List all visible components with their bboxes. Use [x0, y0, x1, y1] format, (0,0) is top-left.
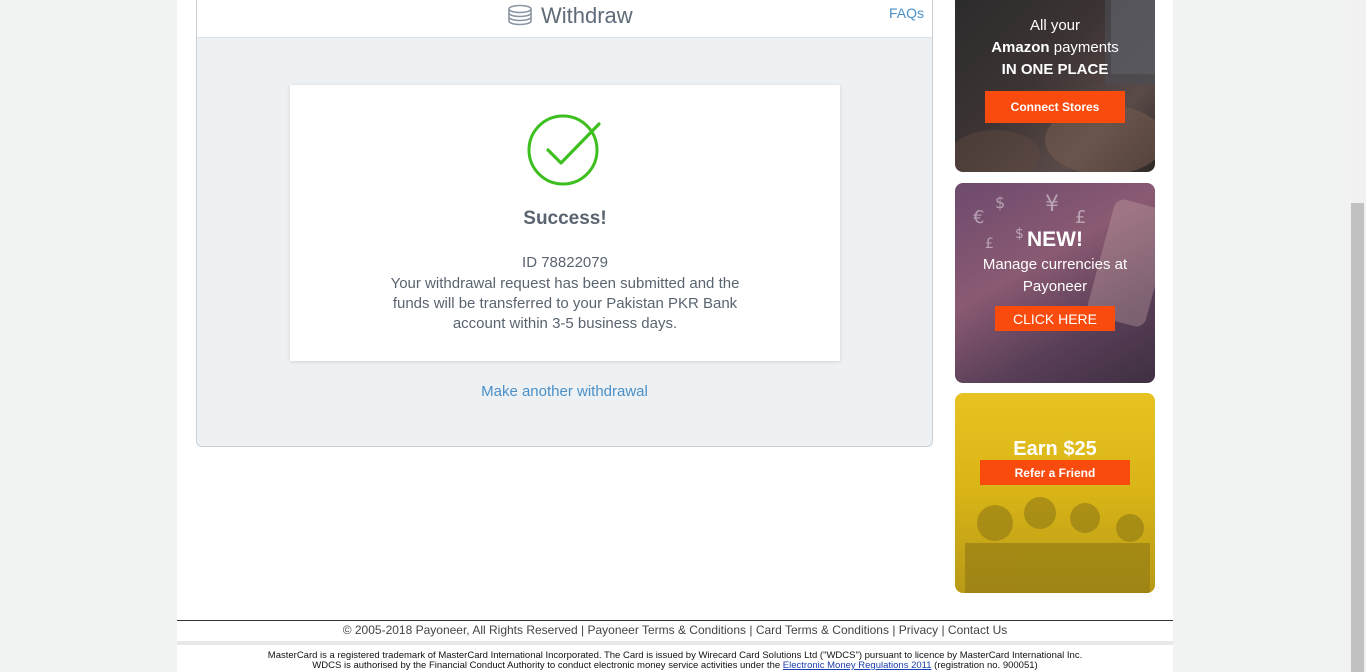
transaction-id: ID 78822079	[522, 254, 608, 271]
success-card: Success! ID 78822079 Your withdrawal req…	[290, 85, 840, 361]
panel-title: Withdraw	[507, 1, 633, 31]
coins-icon	[508, 4, 532, 26]
card-terms-link[interactable]: Card Terms & Conditions	[756, 623, 889, 637]
svg-text:€: €	[973, 207, 984, 228]
amazon-ad-line2-rest: payments	[1049, 39, 1119, 56]
faqs-link[interactable]: FAQs	[889, 5, 924, 21]
panel-title-text: Withdraw	[541, 3, 633, 28]
copyright-text: © 2005-2018 Payoneer, All Rights Reserve…	[342, 623, 578, 637]
payoneer-terms-link[interactable]: Payoneer Terms & Conditions	[587, 623, 746, 637]
amazon-ad-line1: All your	[1029, 17, 1081, 34]
privacy-link[interactable]: Privacy	[899, 623, 938, 637]
panel-header: Withdraw FAQs	[197, 0, 932, 38]
footer-divider	[177, 620, 1173, 621]
legal-line-2-post: (registration no. 900051)	[931, 660, 1038, 671]
contact-us-link[interactable]: Contact Us	[948, 623, 1007, 637]
footer-divider-secondary	[177, 641, 1173, 645]
page-scrollbar[interactable]	[1349, 0, 1366, 672]
footer-links: © 2005-2018 Payoneer, All Rights Reserve…	[342, 623, 1008, 637]
amazon-ad-banner[interactable]: All your Amazon payments IN ONE PLACE Co…	[955, 0, 1155, 172]
refer-friend-ad-banner[interactable]: Earn $25 Refer a Friend	[955, 393, 1155, 593]
amazon-ad-line2: Amazon payments	[955, 39, 1155, 56]
currencies-ad-message: Manage currencies at Payoneer	[982, 256, 1128, 295]
success-check-icon	[527, 114, 601, 186]
amazon-ad-brand: Amazon	[991, 39, 1050, 56]
legal-line-2-pre: WDCS is authorised by the Financial Cond…	[312, 660, 783, 671]
svg-text:$: $	[995, 193, 1005, 212]
refer-ad-headline: Earn $25	[1013, 438, 1097, 460]
group-photo-decoration	[965, 497, 1150, 593]
scrollbar-thumb[interactable]	[1351, 203, 1364, 672]
withdraw-panel: Withdraw FAQs Success! ID 78822079 Your …	[196, 0, 933, 447]
currencies-ad-banner[interactable]: € $ ¥ £ $ £ NEW! Manage currencies at Pa…	[955, 183, 1155, 383]
connect-stores-button[interactable]: Connect Stores	[985, 91, 1125, 123]
refer-a-friend-button[interactable]: Refer a Friend	[980, 460, 1130, 485]
footer-legal-text: MasterCard is a registered trademark of …	[177, 651, 1173, 671]
svg-text:¥: ¥	[1045, 192, 1059, 217]
success-message: Your withdrawal request has been submitt…	[390, 275, 740, 332]
svg-text:£: £	[1075, 207, 1086, 228]
currencies-ad-headline: NEW!	[1027, 228, 1083, 251]
click-here-button[interactable]: CLICK HERE	[995, 306, 1115, 331]
legal-line-2: WDCS is authorised by the Financial Cond…	[177, 661, 1173, 671]
make-another-withdrawal-link[interactable]: Make another withdrawal	[197, 383, 932, 400]
success-title: Success!	[523, 208, 607, 229]
emr-2011-link[interactable]: Electronic Money Regulations 2011	[783, 660, 932, 671]
amazon-ad-line3: IN ONE PLACE	[1001, 61, 1109, 78]
